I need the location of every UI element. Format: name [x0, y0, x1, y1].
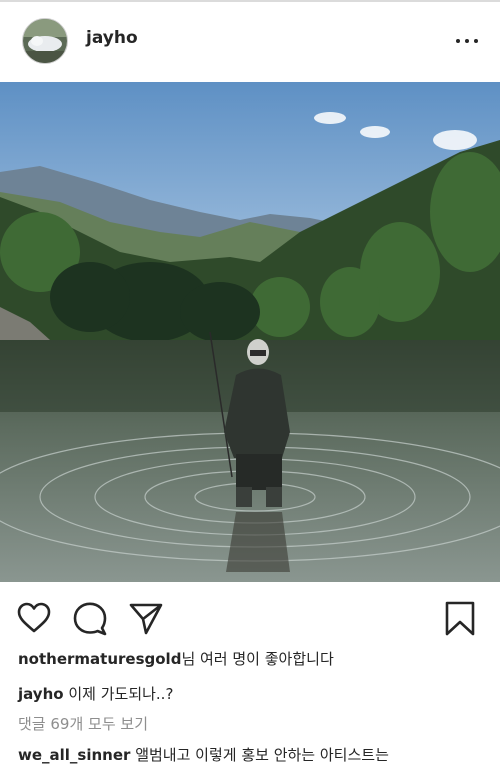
post-username[interactable]: jayho [86, 28, 138, 48]
comment-username[interactable]: we_all_sinner [18, 746, 130, 764]
avatar[interactable] [22, 18, 68, 64]
heart-outline-icon[interactable] [16, 600, 52, 636]
comment-item: we_all_sinner 앨범내고 이렇게 홍보 안하는 아티스트는 [18, 744, 389, 765]
caption-username[interactable]: jayho [18, 685, 64, 703]
paper-plane-icon[interactable] [128, 600, 164, 636]
more-horizontal-icon[interactable] [454, 30, 480, 50]
caption: jayho 이제 가도되나..? [18, 683, 173, 704]
comment-bubble-icon[interactable] [72, 600, 108, 636]
caption-text: 이제 가도되나..? [63, 685, 174, 703]
bookmark-outline-icon[interactable] [442, 600, 478, 636]
comment-text: 앨범내고 이렇게 홍보 안하는 아티스트는 [130, 746, 389, 764]
post-image[interactable] [0, 82, 500, 582]
view-all-comments-link[interactable]: 댓글 69개 모두 보기 [18, 713, 148, 734]
likes-username[interactable]: nothermaturesgold [18, 650, 181, 668]
post-actions [0, 598, 500, 640]
post-header: jayho [0, 2, 500, 82]
likes-text: nothermaturesgold님 여러 명이 좋아합니다 [18, 648, 334, 669]
likes-suffix: 님 여러 명이 좋아합니다 [181, 650, 334, 668]
